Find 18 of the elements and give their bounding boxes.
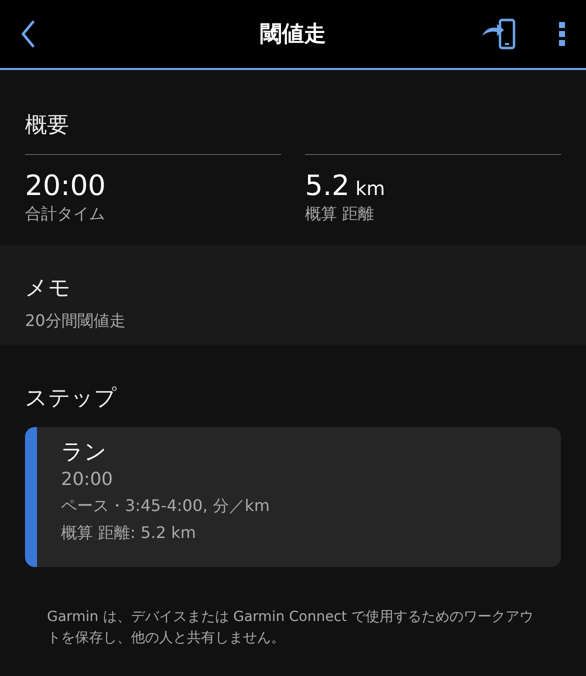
stat-unit: km	[356, 178, 386, 200]
back-icon[interactable]	[20, 20, 36, 48]
stat-label: 概算 距離	[305, 204, 376, 225]
more-icon[interactable]	[558, 21, 566, 47]
section-heading: ステップ	[25, 385, 118, 413]
step-card[interactable]: ラン 20:00 ペース・3:45-4:00, 分／km 概算 距離: 5.2 km	[25, 427, 561, 567]
memo-text: 20分間閾値走	[25, 311, 126, 332]
disclaimer-text: Garmin は、デバイスまたは Garmin Connect で使用するためのワークアウトを保存し、他の人と共有しません。	[47, 608, 534, 648]
window-title: 閾値走	[260, 21, 326, 49]
stat-label: 合計タイム	[25, 204, 106, 225]
stat-value: 5.2	[305, 169, 350, 202]
step-target: ペース・3:45-4:00, 分／km	[61, 496, 270, 517]
stat-value: 20:00	[25, 169, 106, 202]
section-heading: メモ	[25, 275, 72, 303]
section-heading: 概要	[25, 112, 70, 140]
step-duration: 20:00	[61, 469, 114, 490]
step-distance: 概算 距離: 5.2 km	[61, 523, 197, 544]
step-name: ラン	[61, 439, 108, 467]
